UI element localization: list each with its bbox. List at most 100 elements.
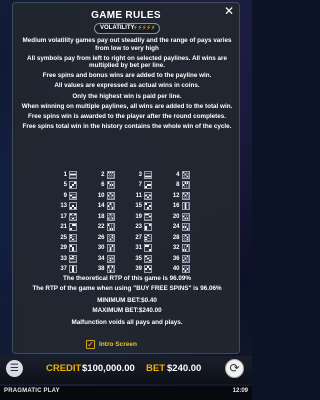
payline-item: 16 <box>168 202 206 211</box>
rules-text: Medium volatility games pay out steadily… <box>19 37 235 133</box>
payline-number: 10 <box>97 192 105 199</box>
rtp-buy-text: The RTP of the game when using "BUY FREE… <box>32 284 222 292</box>
credit-value: $100,000.00 <box>82 363 135 374</box>
payline-number: 20 <box>172 213 180 220</box>
payline-pattern-icon <box>144 170 152 179</box>
payline-pattern-icon <box>106 265 115 273</box>
payline-pattern-icon <box>181 202 190 210</box>
payline-item: 17 <box>55 212 93 221</box>
intro-screen-toggle[interactable]: ✓ Intro Screen <box>86 339 137 349</box>
payline-number: 15 <box>135 203 142 209</box>
payline-number: 8 <box>176 182 180 188</box>
payline-pattern-icon <box>181 244 190 252</box>
volatility-badge: VOLATILITY ⚡⚡⚡⚡⚡ <box>94 23 160 34</box>
dialog-title: GAME RULES <box>91 10 161 21</box>
payline-item: 37 <box>55 265 93 274</box>
rule-paragraph: Free spins total win in the history cont… <box>22 122 232 130</box>
payline-number: 28 <box>172 234 180 241</box>
payline-item: 33 <box>55 254 93 263</box>
rules-footer: The theoretical RTP of this game is 96.0… <box>19 275 235 329</box>
payline-pattern-icon <box>69 170 77 179</box>
payline-item: 5 <box>55 181 93 190</box>
payline-pattern-icon <box>69 223 77 231</box>
payline-pattern-icon <box>69 212 77 221</box>
payline-number: 37 <box>60 266 67 272</box>
payline-pattern-icon <box>144 254 152 263</box>
payline-number: 33 <box>60 255 67 262</box>
payline-item: 34 <box>93 254 131 263</box>
payline-item: 35 <box>130 254 168 263</box>
payline-item: 18 <box>93 212 131 221</box>
payline-item: 19 <box>130 212 168 221</box>
payline-item: 10 <box>93 191 131 200</box>
payline-number: 40 <box>172 266 180 272</box>
min-bet-text: MINIMUM BET:$0.40 <box>97 297 157 305</box>
payline-number: 7 <box>138 182 142 188</box>
payline-item: 40 <box>168 265 206 274</box>
payline-number: 17 <box>60 213 67 220</box>
payline-number: 27 <box>135 234 142 241</box>
payline-pattern-icon <box>69 181 77 189</box>
payline-pattern-icon <box>181 191 190 200</box>
brand-label: PRAGMATIC PLAY <box>4 388 60 394</box>
payline-pattern-icon <box>106 212 115 221</box>
payline-item: 1 <box>55 170 93 179</box>
payline-pattern-icon <box>181 265 190 273</box>
hamburger-menu-icon[interactable]: ☰ <box>6 360 23 377</box>
payline-number: 9 <box>63 192 67 199</box>
payline-pattern-icon <box>69 244 77 252</box>
bet-value: $240.00 <box>167 363 202 374</box>
payline-item: 2 <box>93 170 131 179</box>
payline-item: 7 <box>130 181 168 190</box>
payline-item: 32 <box>168 244 206 253</box>
payline-pattern-icon <box>69 202 77 210</box>
rule-paragraph: Free spins and bonus wins are added to t… <box>42 72 212 80</box>
intro-screen-checkbox[interactable]: ✓ <box>86 339 95 349</box>
payline-item: 9 <box>55 191 93 200</box>
payline-number: 32 <box>172 245 180 251</box>
intro-screen-label: Intro Screen <box>99 340 137 348</box>
payline-item: 24 <box>168 223 206 232</box>
payline-pattern-icon <box>106 170 115 179</box>
payline-number: 11 <box>135 192 142 199</box>
payline-pattern-icon <box>106 181 115 189</box>
payline-pattern-icon <box>106 244 115 252</box>
payline-pattern-icon <box>69 191 77 200</box>
payline-pattern-icon <box>144 244 152 252</box>
payline-number: 22 <box>97 224 105 230</box>
payline-number: 21 <box>60 224 67 230</box>
payline-pattern-icon <box>106 191 115 200</box>
rule-paragraph: Free spins win is awarded to the player … <box>27 112 227 120</box>
payline-number: 39 <box>135 266 142 272</box>
payline-pattern-icon <box>144 265 152 273</box>
payline-item: 21 <box>55 223 93 232</box>
payline-number: 19 <box>135 213 142 220</box>
credit-label: CREDIT <box>46 363 82 374</box>
payline-number: 2 <box>101 171 105 178</box>
game-rules-dialog: ✕ GAME RULES VOLATILITY ⚡⚡⚡⚡⚡ Medium vol… <box>12 2 240 354</box>
payline-pattern-icon <box>144 212 152 221</box>
spin-button[interactable]: ⟳ <box>225 359 244 378</box>
payline-item: 22 <box>93 223 131 232</box>
payline-item: 8 <box>168 181 206 190</box>
payline-number: 24 <box>172 224 180 230</box>
payline-number: 5 <box>63 182 67 188</box>
payline-pattern-icon <box>181 254 190 263</box>
payline-item: 39 <box>130 265 168 274</box>
payline-pattern-icon <box>106 223 115 231</box>
payline-pattern-icon <box>181 223 190 231</box>
payline-item: 13 <box>55 202 93 211</box>
lightning-bolts-icon: ⚡⚡⚡⚡⚡ <box>132 25 156 32</box>
payline-number: 6 <box>101 182 105 188</box>
rule-paragraph: Only the highest win is paid per line. <box>72 92 182 100</box>
payline-item: 3 <box>130 170 168 179</box>
payline-pattern-icon <box>106 254 115 263</box>
rule-paragraph: All symbols pay from left to right on se… <box>27 54 227 70</box>
payline-item: 4 <box>168 170 206 179</box>
rule-paragraph: All values are expressed as actual wins … <box>54 82 200 90</box>
payline-item: 31 <box>130 244 168 253</box>
payline-item: 11 <box>130 191 168 200</box>
payline-number: 16 <box>172 203 180 209</box>
malfunction-text: Malfunction voids all pays and plays. <box>71 319 183 327</box>
max-bet-text: MAXIMUM BET:$240.00 <box>92 306 162 314</box>
